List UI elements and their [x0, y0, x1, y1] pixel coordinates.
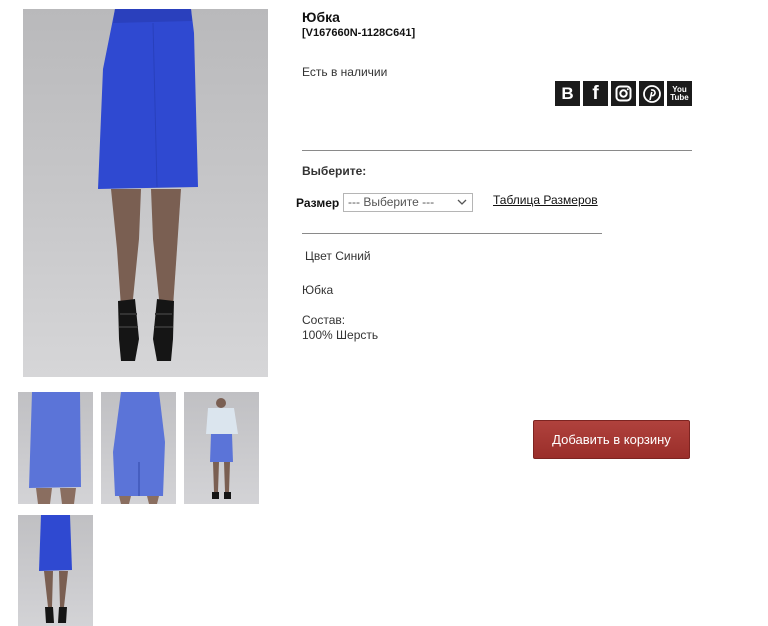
composition-value: 100% Шерсть [302, 328, 379, 342]
thumbnail-front[interactable] [18, 392, 93, 504]
vk-icon-label: В [561, 83, 574, 103]
size-chart-link[interactable]: Таблица Размеров [493, 193, 598, 207]
vk-icon[interactable]: В [555, 81, 580, 106]
youtube-icon-label-bottom: Tube [670, 92, 689, 102]
facebook-icon[interactable]: f [583, 81, 608, 106]
product-title: Юбка [302, 9, 340, 25]
social-share-bar: В f You Tube [555, 81, 692, 106]
pinterest-icon[interactable] [639, 81, 664, 106]
divider [302, 150, 692, 151]
product-description: Юбка [302, 283, 334, 297]
facebook-icon-label: f [592, 82, 599, 104]
add-to-cart-button[interactable]: Добавить в корзину [533, 420, 690, 459]
thumbnail-full-look[interactable] [184, 392, 259, 504]
thumbnail-back[interactable] [101, 392, 176, 504]
divider [302, 233, 602, 234]
youtube-icon[interactable]: You Tube [667, 81, 692, 106]
size-select-value: --- Выберите --- [348, 195, 435, 209]
availability-status: Есть в наличии [302, 65, 388, 79]
product-sku: [V167660N-1128C641] [302, 27, 416, 39]
size-select[interactable]: --- Выберите --- [343, 193, 473, 212]
instagram-icon[interactable] [611, 81, 636, 106]
product-color: Цвет Синий [305, 249, 371, 263]
thumbnail-full-figure[interactable] [18, 515, 93, 626]
size-label: Размер [296, 196, 340, 210]
main-product-image[interactable] [23, 9, 268, 377]
chevron-down-icon [457, 199, 467, 205]
composition-label: Состав: [302, 313, 346, 327]
options-heading: Выберите: [302, 164, 367, 178]
